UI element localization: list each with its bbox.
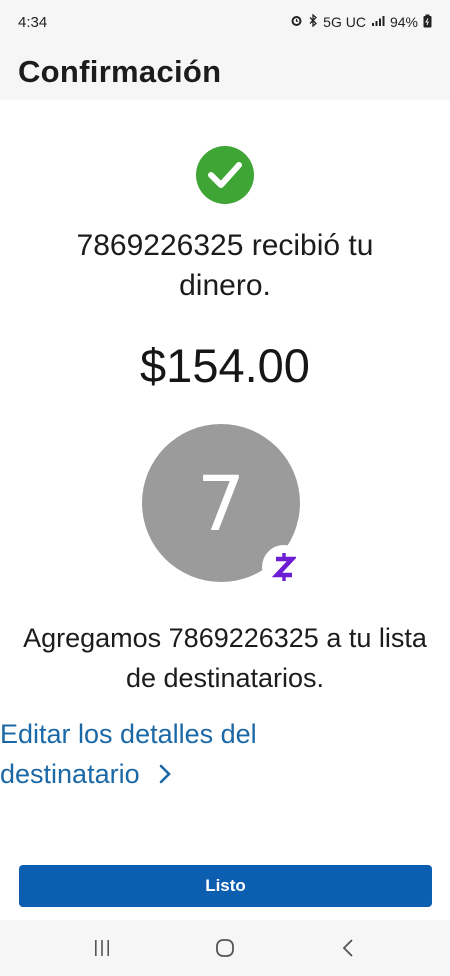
check-circle-icon xyxy=(196,146,254,204)
status-bar: 4:34 5G UC 94% xyxy=(0,0,450,44)
home-icon[interactable] xyxy=(195,928,255,968)
page-title: Confirmación xyxy=(18,54,222,89)
battery-percent: 94% xyxy=(389,14,418,30)
done-button[interactable]: Listo xyxy=(19,865,432,907)
app-header: Confirmación xyxy=(0,44,450,100)
amount-sent: $154.00 xyxy=(140,339,310,392)
bluetooth-icon xyxy=(308,13,318,30)
signal-icon xyxy=(371,14,385,30)
recents-icon[interactable] xyxy=(72,928,132,968)
avatar-initial: 7 xyxy=(196,458,246,548)
alarm-icon xyxy=(290,14,303,30)
received-message: 7869226325 recibió tu dinero. xyxy=(76,229,374,302)
status-icons: 5G UC 94% xyxy=(290,13,432,31)
added-recipient-message: Agregamos 7869226325 a tu lista de desti… xyxy=(23,623,427,693)
status-time: 4:34 xyxy=(18,13,48,31)
edit-recipient-label: Editar los detalles del destinatario xyxy=(0,719,257,789)
edit-recipient-link[interactable]: Editar los detalles del destinatario xyxy=(0,714,330,796)
chevron-right-icon xyxy=(158,756,172,796)
back-icon[interactable] xyxy=(318,928,378,968)
system-nav-bar xyxy=(0,920,450,976)
network-label: 5G UC xyxy=(323,14,366,30)
zelle-icon xyxy=(262,545,306,589)
battery-icon xyxy=(423,14,432,31)
